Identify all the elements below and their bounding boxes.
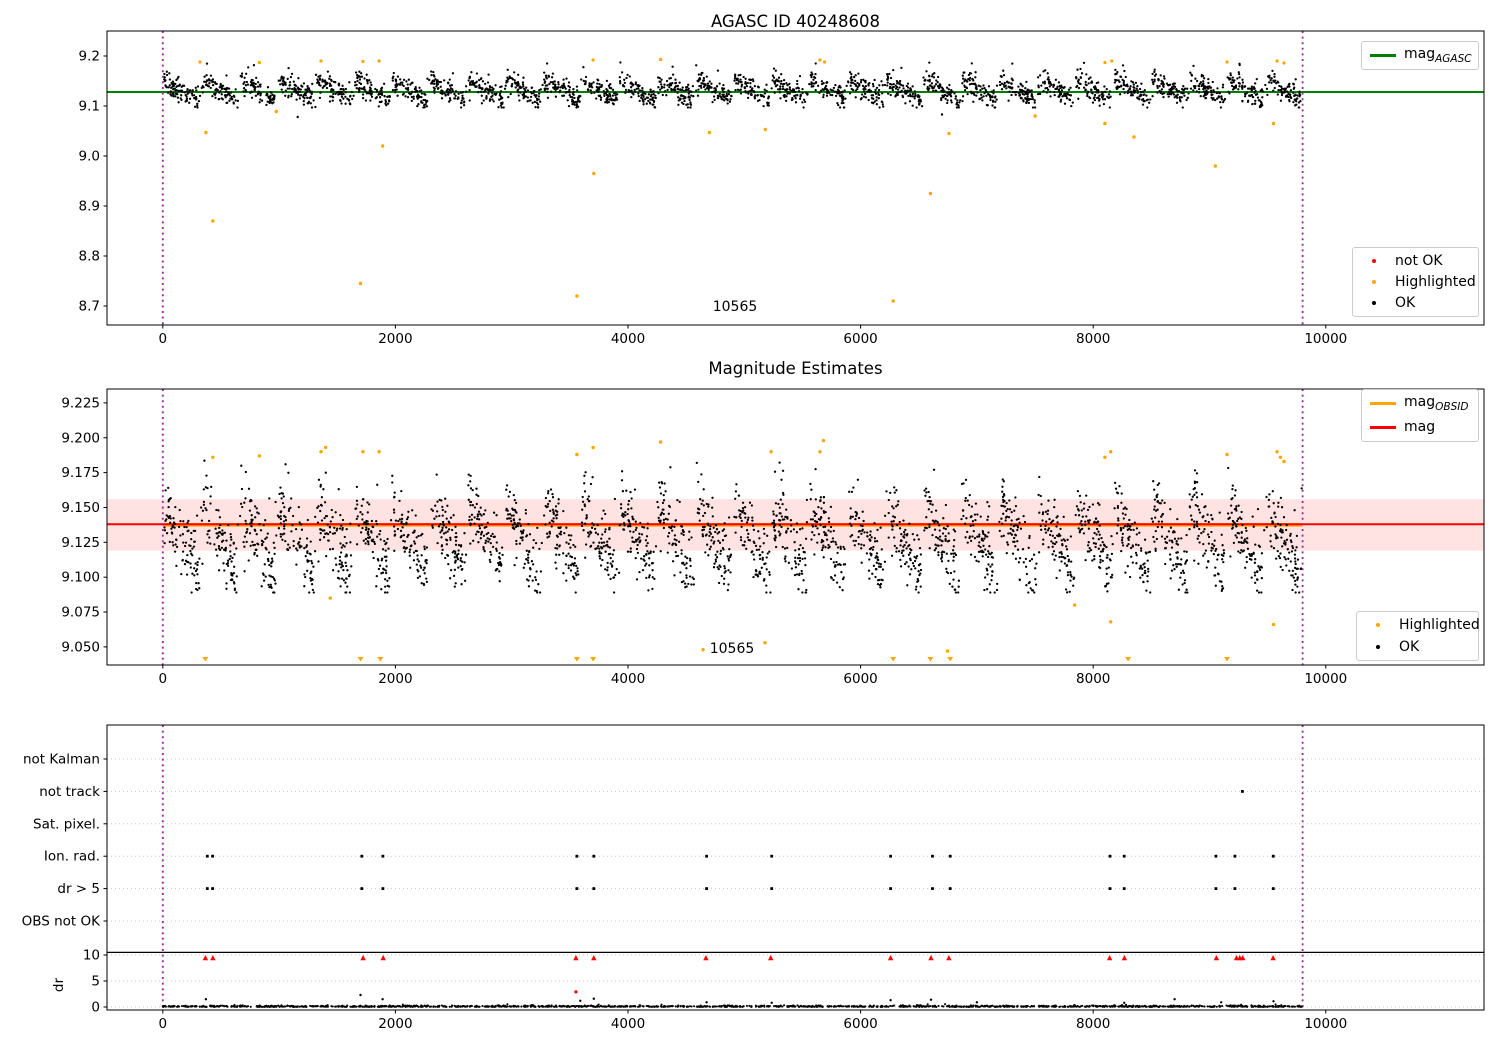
highlighted-legend-label: Highlighted (1399, 618, 1480, 632)
plot1-legend-markers: not OK Highlighted OK (1352, 247, 1479, 317)
mag-obsid-line-swatch (1370, 402, 1396, 405)
legend-row: Highlighted (1361, 271, 1470, 292)
legend-label-subscript: AGASC (1435, 53, 1472, 65)
plot2-legend-markers: Highlighted OK (1356, 611, 1479, 661)
legend-row: not OK (1361, 250, 1470, 271)
mag-legend-label: mag (1404, 420, 1435, 434)
ok-legend-label: OK (1399, 640, 1419, 654)
plot2-title: Magnitude Estimates (107, 359, 1484, 378)
legend-row: magAGASC (1370, 45, 1470, 67)
plot1-obsid-annotation: 10565 (700, 299, 770, 315)
svg-text:10000: 10000 (1304, 331, 1347, 347)
legend-label-subscript: OBSID (1435, 401, 1468, 413)
plot2-legend-lines: magOBSID mag (1361, 389, 1479, 442)
plot1-title: AGASC ID 40248608 (107, 12, 1484, 31)
not-ok-dot-swatch (1372, 259, 1376, 263)
mag-line-swatch (1370, 426, 1396, 429)
legend-row: OK (1365, 636, 1470, 658)
svg-text:0: 0 (159, 331, 168, 347)
highlighted-dot-swatch (1372, 280, 1376, 284)
svg-text:8.9: 8.9 (79, 199, 100, 215)
highlighted-legend-label: Highlighted (1395, 275, 1476, 289)
figure: 0 2000 4000 6000 8000 10000 8.7 8.8 8.9 9.0 9.1 9.2… (0, 0, 1500, 1050)
mag-obsid-legend-label: magOBSID (1404, 395, 1468, 412)
svg-text:6000: 6000 (843, 331, 877, 347)
mag-agasc-line-swatch (1370, 54, 1396, 57)
legend-row: magOBSID (1370, 393, 1470, 415)
ok-legend-label: OK (1395, 296, 1415, 310)
svg-text:8.7: 8.7 (79, 299, 100, 315)
svg-text:2000: 2000 (378, 331, 412, 347)
legend-row: Highlighted (1365, 614, 1470, 636)
svg-text:8.8: 8.8 (79, 249, 100, 265)
svg-text:8000: 8000 (1076, 331, 1110, 347)
svg-text:9.0: 9.0 (79, 149, 100, 165)
not-ok-legend-label: not OK (1395, 254, 1443, 268)
plot1-legend-mag-agasc: magAGASC (1361, 41, 1479, 70)
highlighted-dot-swatch (1376, 623, 1380, 627)
ok-dot-swatch (1372, 301, 1376, 305)
legend-row: mag (1370, 416, 1470, 438)
legend-row: OK (1361, 293, 1470, 314)
svg-text:9.1: 9.1 (79, 99, 100, 115)
ok-dot-swatch (1376, 645, 1380, 649)
legend-label-text: mag (1404, 46, 1435, 62)
mag-agasc-legend-label: magAGASC (1404, 47, 1472, 64)
plots-canvas: 0 2000 4000 6000 8000 10000 8.7 8.8 8.9 9.0 9.1 9.2… (0, 0, 1500, 1050)
legend-label-text: mag (1404, 394, 1435, 410)
plot2-obsid-annotation: 10565 (697, 641, 767, 657)
svg-text:9.2: 9.2 (79, 49, 100, 65)
svg-text:4000: 4000 (611, 331, 645, 347)
